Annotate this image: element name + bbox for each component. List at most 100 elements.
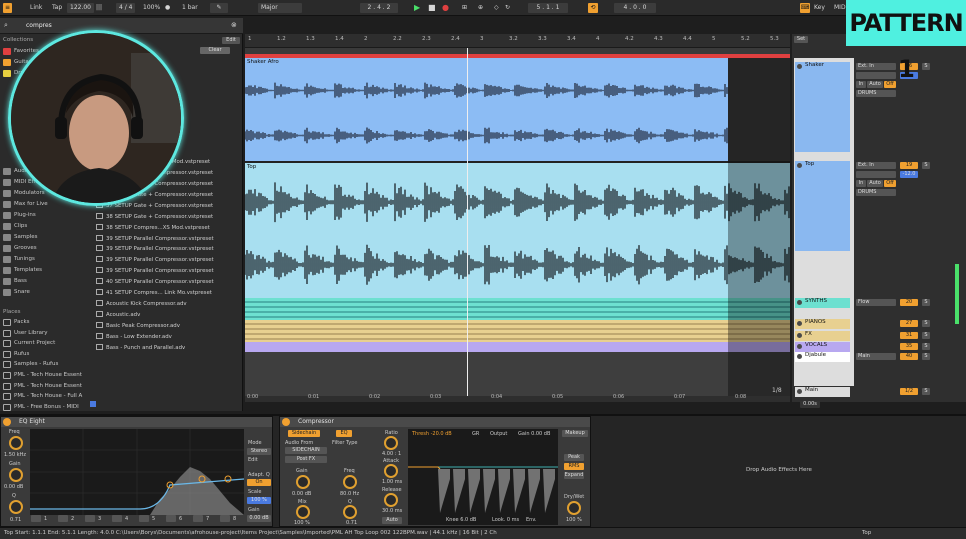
track-number[interactable]: 27 [900,320,918,327]
stop-icon[interactable]: ■ [428,3,436,13]
category-item[interactable]: Grooves [14,243,37,253]
drop-effects-hint[interactable]: Drop Audio Effects Here [746,467,812,473]
file-item[interactable]: 39 SETUP Parallel Compressor.vstpreset [96,234,214,244]
solo-button[interactable]: S [922,162,930,169]
place-item[interactable]: Packs [14,317,30,327]
track-activator-icon[interactable] [797,344,802,349]
compressor-device[interactable]: Compressor Sidechain EQ Audio From SIDEC… [279,416,591,527]
track-header[interactable]: VOCALS [795,342,850,352]
volume-field[interactable]: -12.0 [900,171,918,178]
record-icon[interactable]: ● [442,3,449,13]
peak-toggle[interactable]: Peak [564,454,584,461]
gain-knob[interactable] [296,475,310,489]
eq-eight-device[interactable]: EQ Eight Freq 1.50 kHz Gain 0.00 dB Q 0.… [0,416,273,527]
track-header[interactable]: SYNTHS [795,298,850,308]
file-item[interactable]: 40 SETUP Parallel Compressor.vstpreset [96,277,214,287]
link-button[interactable]: Link [30,3,42,13]
solo-button[interactable]: S [922,343,930,350]
q-knob[interactable] [9,500,23,514]
clear-button[interactable]: Clear [200,47,230,54]
category-item[interactable]: Templates [14,265,42,275]
monitor-in[interactable]: In [856,180,866,187]
file-item[interactable]: 38 SETUP Gate + Compressor.vstpreset [96,212,213,222]
output-select[interactable]: DRUMS [856,90,896,97]
track-header[interactable]: Top [795,161,850,251]
loop-start-field[interactable]: 5 . 1 . 1 [528,3,568,13]
category-item[interactable]: Samples [14,232,38,242]
track-activator-icon[interactable] [797,389,802,394]
solo-button[interactable]: S [922,388,930,395]
q-knob[interactable] [343,505,357,519]
track-number[interactable]: 40 [900,353,918,360]
attack-knob[interactable] [384,464,398,478]
category-item[interactable]: Bass [14,276,27,286]
djabule-output-select[interactable]: Main [856,353,896,360]
compressor-display[interactable]: Thresh -20.0 dB GR Output Gain 0.00 dB K… [408,429,558,525]
track-header[interactable]: PIANOS [795,319,850,329]
edit-collections-button[interactable]: Edit [222,37,240,44]
adapt-q-toggle[interactable]: On [247,479,271,486]
tap-button[interactable]: Tap [52,3,62,13]
clip-shaker[interactable]: Shaker Afro [245,58,728,161]
file-item[interactable]: Basic Peak Compressor.adv [96,321,180,331]
track-number[interactable]: 31 [900,332,918,339]
rms-toggle[interactable]: RMS [564,463,584,470]
loop-length-field[interactable]: 4 . 0 . 0 [614,3,656,13]
eq-toggle[interactable]: EQ [336,430,352,437]
mix-knob[interactable] [296,505,310,519]
track-header[interactable]: Djabule [795,352,850,362]
key-map-icon[interactable]: ⌨ [800,3,810,13]
vocals-lane[interactable] [245,342,790,352]
category-item[interactable]: Max for Live [14,199,48,209]
monitor-in[interactable]: In [856,81,866,88]
track-activator-icon[interactable] [797,321,802,326]
arrangement-view[interactable]: Shaker Afro Top 0:00 0:01 0:02 0:03 0:04 0:05… [245,48,790,402]
place-item[interactable]: Current Project [14,338,55,348]
menu-icon[interactable]: ≡ [3,3,12,13]
solo-button[interactable]: S [922,63,930,70]
device-power-icon[interactable] [282,418,290,426]
eq-band-toggle[interactable] [58,515,68,522]
metronome-icon[interactable]: ||| [96,3,102,13]
track-activator-icon[interactable] [797,354,802,359]
auto-release-toggle[interactable]: Auto [382,517,402,524]
draw-mode-icon[interactable]: ✎ [210,3,228,13]
freq-knob[interactable] [343,475,357,489]
eq-band-toggle[interactable] [193,515,203,522]
file-item[interactable]: Bass - Punch and Parallel.adv [96,343,185,353]
loop-switch-icon[interactable]: ↻ [505,3,510,13]
file-item[interactable]: 39 SETUP Parallel Compressor.vstpreset [96,244,214,254]
track-header[interactable]: FX [795,331,850,341]
time-signature[interactable]: 4 / 4 [116,3,136,13]
monitor-auto[interactable]: Auto [867,81,883,88]
drywet-knob[interactable] [567,501,581,515]
track-activator-icon[interactable] [797,300,802,305]
overdub-icon[interactable]: ⊕ [478,3,483,13]
file-item[interactable]: Acoustic Kick Compressor.adv [96,299,187,309]
timeline-ruler[interactable]: 1 1.2 1.3 1.4 2 2.2 2.3 2.4 3 3.2 3.3 3.4 4 4.2 4.3 4.4… [245,34,790,48]
category-item[interactable]: Plug-ins [14,210,36,220]
song-position[interactable]: 2 . 4 . 2 [360,3,398,13]
monitor-off[interactable]: Off [884,81,896,88]
eq-band-toggle[interactable] [139,515,149,522]
input-channel-select[interactable] [856,72,896,79]
track-number[interactable]: 35 [900,343,918,350]
mode-select[interactable]: Stereo [247,448,271,455]
input-channel-select[interactable] [856,171,896,178]
category-item[interactable]: Snare [14,287,30,297]
track-activator-icon[interactable] [797,333,802,338]
eq-band-toggle[interactable] [166,515,176,522]
key-map-button[interactable]: Key [814,3,825,13]
track-number[interactable]: 1/2 [900,388,918,395]
set-button[interactable]: Set [794,36,808,43]
track-activator-icon[interactable] [797,163,802,168]
place-item[interactable]: Samples - Rufus [14,359,58,369]
place-item[interactable]: User Library [14,328,48,338]
track-header[interactable]: Shaker [795,62,850,152]
post-fx-select[interactable]: Post FX [285,456,327,463]
eq-band-toggle[interactable] [85,515,95,522]
solo-button[interactable]: S [922,332,930,339]
file-item[interactable]: 39 SETUP Parallel Compressor.vstpreset [96,255,214,265]
synths-lane[interactable] [245,298,790,320]
place-item[interactable]: PML - Tech House Essent [14,370,82,380]
